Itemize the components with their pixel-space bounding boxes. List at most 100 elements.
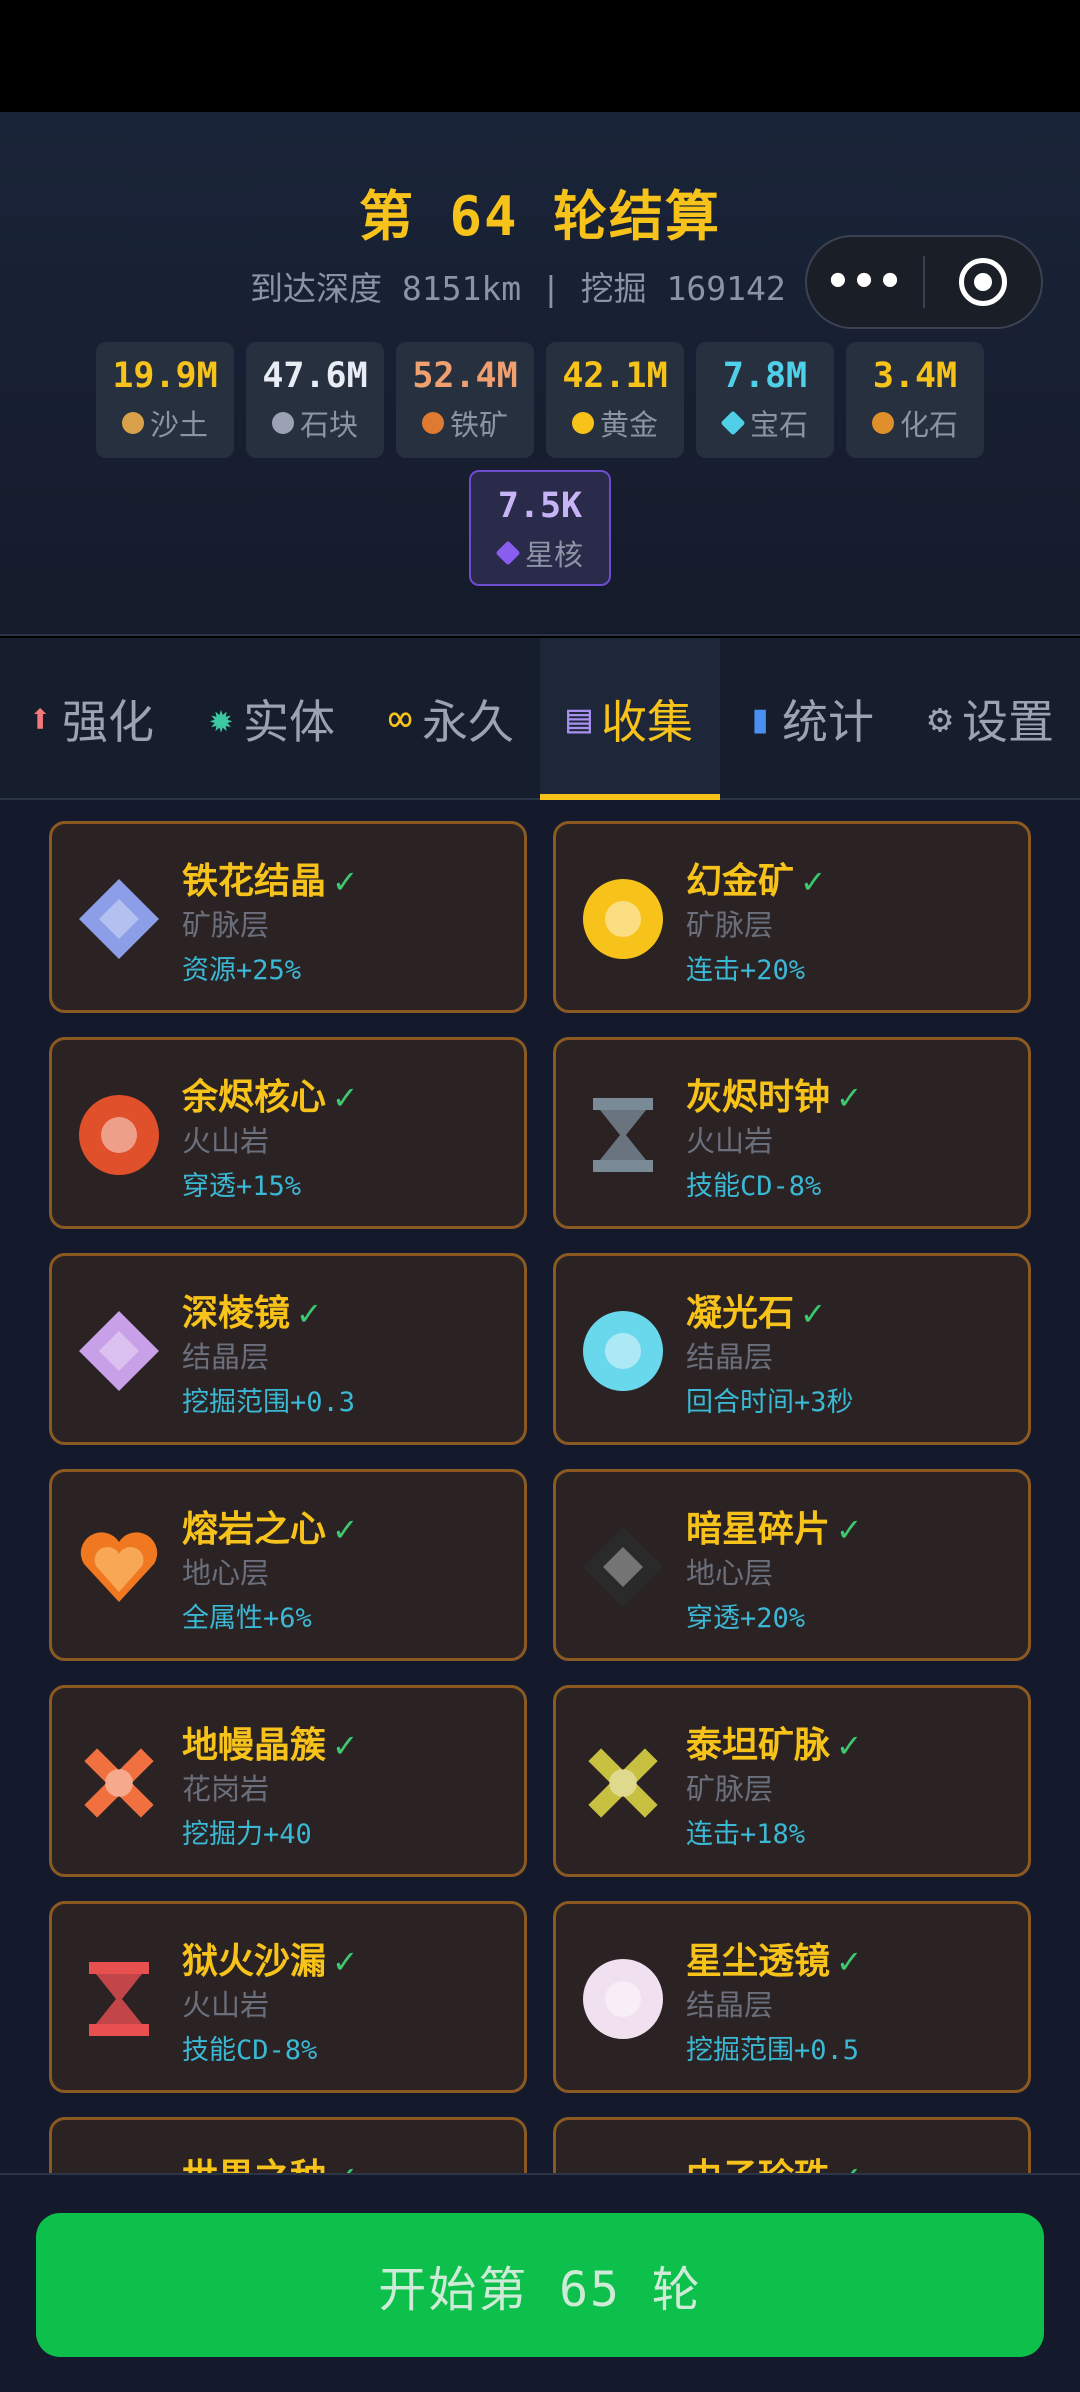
collection-name: 铁花结晶: [182, 861, 327, 902]
collection-name: 深棱镜: [182, 1293, 291, 1334]
resource-2: 52.4M 铁矿: [396, 342, 534, 458]
arrow-up-icon: ⬆: [27, 696, 53, 742]
collection-layer: 火山岩: [182, 1988, 270, 2022]
ember-core-icon: [74, 1090, 164, 1180]
collection-name-row: 灰烬时钟 ✓: [686, 1068, 860, 1120]
collection-card[interactable]: 星尘透镜 ✓ 结晶层挖掘范围+0.5: [553, 1901, 1031, 2093]
collection-name: 熔岩之心: [182, 1509, 327, 1550]
resource-icon: [121, 412, 144, 434]
collection-card[interactable]: 铁花结晶 ✓ 矿脉层 资源+25%: [49, 821, 527, 1013]
collection-card[interactable]: 暗星碎片 ✓ 地心层 穿透+20%: [553, 1469, 1031, 1661]
resource-label-row: 宝石: [696, 402, 834, 444]
collection-name: 凝光石: [686, 1293, 795, 1334]
check-icon: ✓: [334, 1077, 356, 1118]
miniprogram-capsule: •••: [805, 235, 1043, 329]
tab-0[interactable]: ⬆ 强化: [0, 638, 182, 800]
collection-card[interactable]: 深棱镜 ✓ 结晶层 挖掘范围+0.3: [49, 1253, 527, 1445]
resource-1: 47.6M 石块: [246, 342, 384, 458]
lava-heart-icon: [74, 1522, 164, 1612]
check-icon: ✓: [838, 2157, 860, 2173]
infinity-icon: ∞: [387, 696, 413, 742]
check-icon: ✓: [838, 1077, 860, 1118]
hellfire-hourglass-icon: [74, 1954, 164, 2044]
tab-label: 实体: [243, 695, 336, 749]
check-icon: ✓: [334, 1941, 356, 1982]
tab-4[interactable]: ▮ 统计: [720, 638, 902, 800]
check-icon: ✓: [298, 1293, 320, 1334]
hourglass-gray-icon: [578, 1090, 668, 1180]
resource-3: 42.1M 黄金: [546, 342, 684, 458]
collection-effect: 回合时间+3秒: [686, 1387, 854, 1418]
resource-label-row: 星核: [471, 532, 609, 574]
check-icon: ✓: [334, 861, 356, 902]
resource-0: 19.9M 沙土: [96, 342, 234, 458]
resource-icon: [571, 412, 594, 434]
resource-value: 52.4M: [412, 356, 518, 396]
collection-layer: 火山岩: [182, 1124, 270, 1158]
collection-name-row: 中子珍珠 ✓: [686, 2148, 860, 2173]
resource-value: 47.6M: [262, 356, 368, 396]
gear-green-icon: ✹: [208, 696, 234, 742]
collection-name-row: 地幔晶簇 ✓: [182, 1716, 356, 1768]
collection-card[interactable]: 世界之种 ✓: [49, 2117, 527, 2173]
collection-name-row: 泰坦矿脉 ✓: [686, 1716, 860, 1768]
close-target-button[interactable]: [925, 258, 1041, 306]
collection-name: 暗星碎片: [686, 1509, 831, 1550]
collection-name-row: 狱火沙漏 ✓: [182, 1932, 356, 1984]
tab-1[interactable]: ✹ 实体: [182, 638, 362, 800]
resource-icon: [495, 540, 521, 566]
mantle-cluster-icon: [74, 1738, 164, 1828]
resource-label: 星核: [524, 538, 583, 572]
collection-name: 幻金矿: [686, 861, 795, 902]
tab-5[interactable]: ⚙ 设置: [902, 638, 1080, 800]
collection-list[interactable]: 铁花结晶 ✓ 矿脉层 资源+25% 幻金矿 ✓ 矿脉层 连击+20% 余烬核心 ✓ 火山岩 穿透+15…: [0, 800, 1080, 2173]
resource-value: 19.9M: [112, 356, 218, 396]
collection-card[interactable]: 中子珍珠 ✓: [553, 2117, 1031, 2173]
resource-label: 铁矿: [449, 408, 508, 442]
collection-name-row: 凝光石 ✓: [686, 1284, 824, 1336]
collection-card[interactable]: 熔岩之心 ✓ 地心层 全属性+6%: [49, 1469, 527, 1661]
blue-crystal-icon: [74, 874, 164, 964]
bar-chart-icon: ▮: [747, 696, 773, 742]
check-icon: ✓: [334, 2157, 356, 2173]
check-icon: ✓: [334, 1509, 356, 1550]
collection-card[interactable]: 地幔晶簇 ✓ 花岗岩 挖掘力+40: [49, 1685, 527, 1877]
resource-icon: [271, 412, 294, 434]
collection-layer: 结晶层: [686, 1988, 774, 2022]
collection-name-row: 世界之种 ✓: [182, 2148, 356, 2173]
more-menu-button[interactable]: •••: [807, 259, 923, 305]
collection-effect: 连击+18%: [686, 1819, 806, 1850]
resource-label: 宝石: [749, 408, 808, 442]
collection-name: 地幔晶簇: [182, 1725, 327, 1766]
dark-star-icon: [578, 1522, 668, 1612]
resource-4: 7.8M 宝石: [696, 342, 834, 458]
collection-name: 灰烬时钟: [686, 1077, 831, 1118]
collection-card[interactable]: 狱火沙漏 ✓ 火山岩 技能CD-8%: [49, 1901, 527, 2093]
tab-label: 统计: [782, 695, 875, 749]
collection-layer: 地心层: [182, 1556, 270, 1590]
status-bar: [0, 0, 1080, 112]
collection-effect: 穿透+15%: [182, 1171, 302, 1202]
bottom-bar: 开始第 65 轮: [0, 2173, 1080, 2392]
collection-name-row: 星尘透镜 ✓: [686, 1932, 860, 1984]
collection-effect: 穿透+20%: [686, 1603, 806, 1634]
collection-card[interactable]: 幻金矿 ✓ 矿脉层 连击+20%: [553, 821, 1031, 1013]
tab-label: 设置: [962, 695, 1055, 749]
collection-card[interactable]: 余烬核心 ✓ 火山岩穿透+15%: [49, 1037, 527, 1229]
collection-card[interactable]: 凝光石 ✓ 结晶层 回合时间+3秒: [553, 1253, 1031, 1445]
resource-icon: [871, 412, 894, 434]
tab-3[interactable]: ▤ 收集: [540, 638, 720, 800]
collection-card[interactable]: 灰烬时钟 ✓ 火山岩 技能CD-8%: [553, 1037, 1031, 1229]
collection-name-row: 深棱镜 ✓: [182, 1284, 320, 1336]
resource-5: 3.4M 化石: [846, 342, 984, 458]
collection-effect: 挖掘范围+0.5: [686, 2035, 860, 2066]
tab-bar: ⬆ 强化 ✹ 实体 ∞ 永久 ▤ 收集 ▮ 统计 ⚙ 设置: [0, 638, 1080, 800]
collection-name-row: 余烬核心 ✓: [182, 1068, 356, 1120]
resource-6: 7.5K 星核: [469, 470, 611, 586]
collection-name-row: 暗星碎片 ✓: [686, 1500, 860, 1552]
tab-2[interactable]: ∞ 永久: [362, 638, 540, 800]
resource-label: 黄金: [599, 408, 658, 442]
start-next-round-button[interactable]: 开始第 65 轮: [36, 2213, 1044, 2357]
collection-card[interactable]: 泰坦矿脉 ✓ 矿脉层 连击+18%: [553, 1685, 1031, 1877]
resource-label-row: 沙土: [96, 402, 234, 444]
